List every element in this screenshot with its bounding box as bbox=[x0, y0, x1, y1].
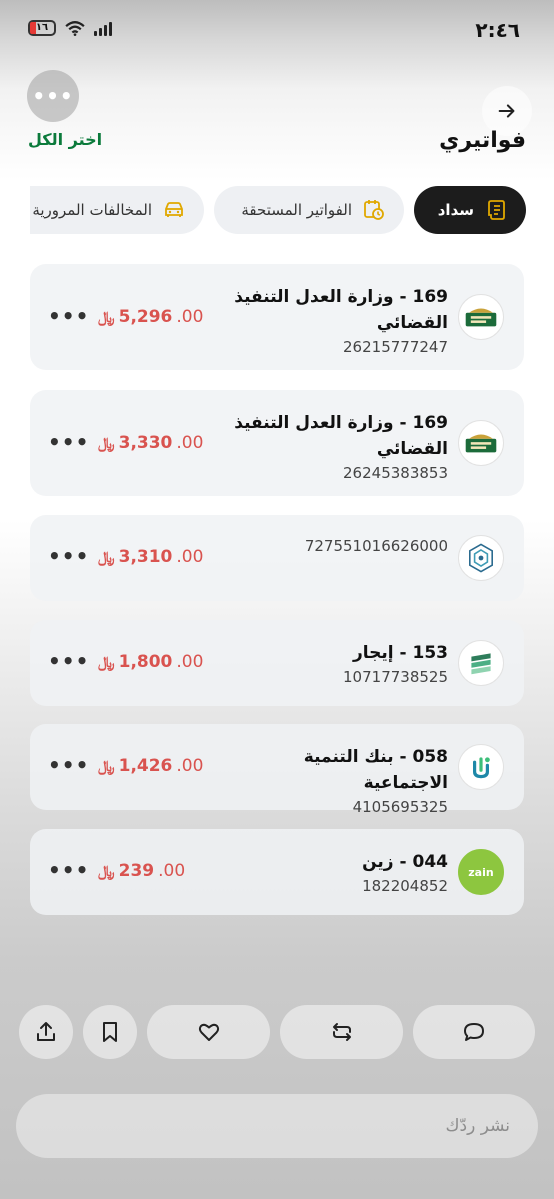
bookmark-icon bbox=[103, 1022, 117, 1042]
like-button[interactable] bbox=[147, 1005, 270, 1059]
riyal-icon: ﷼ bbox=[98, 757, 115, 775]
bill-account: 10717738525 bbox=[343, 668, 448, 686]
battery-icon: ١٦ bbox=[28, 20, 56, 36]
heart-icon bbox=[198, 1023, 219, 1041]
bill-more-button[interactable]: ••• bbox=[48, 544, 89, 568]
repost-icon bbox=[332, 1023, 351, 1041]
arrow-right-icon bbox=[498, 104, 515, 118]
amount-dec: .00 bbox=[176, 433, 204, 453]
amount-dec: .00 bbox=[176, 547, 204, 567]
select-all-link[interactable]: اختر الكل bbox=[28, 130, 102, 149]
tab-sadad[interactable]: سداد bbox=[414, 186, 526, 234]
page-title: فواتيري bbox=[439, 128, 526, 153]
battery-level: ١٦ bbox=[35, 22, 49, 33]
bill-more-button[interactable]: ••• bbox=[48, 430, 89, 454]
bill-amount: ﷼ 5,296.00 bbox=[98, 307, 203, 327]
tab-traffic-violations-label: المخالفات المرورية bbox=[32, 201, 152, 219]
amount-int: 3,330 bbox=[118, 433, 173, 453]
moj-logo bbox=[458, 294, 504, 340]
tab-traffic-violations[interactable]: المخالفات المرورية bbox=[30, 186, 204, 234]
signal-icon bbox=[94, 20, 112, 36]
reply-box[interactable] bbox=[16, 1094, 538, 1158]
amount-int: 5,296 bbox=[118, 307, 173, 327]
bill-amount: ﷼ 239.00 bbox=[98, 861, 185, 881]
more-horizontal-icon: ••• bbox=[32, 84, 74, 108]
amount-dec: .00 bbox=[176, 652, 204, 672]
amount-int: 1,426 bbox=[118, 756, 173, 776]
bill-account: 26245383853 bbox=[343, 464, 448, 482]
amount-dec: .00 bbox=[176, 307, 204, 327]
moj-logo bbox=[458, 420, 504, 466]
amount-int: 1,800 bbox=[118, 652, 173, 672]
status-bar: ١٦ ٢:٤٦ bbox=[0, 0, 554, 60]
bill-card[interactable]: 058 - بنك التنمية الاجتماعية 4105695325 … bbox=[30, 724, 524, 816]
bill-amount: ﷼ 1,800.00 bbox=[98, 652, 203, 672]
bill-more-button[interactable]: ••• bbox=[48, 304, 89, 328]
riyal-icon: ﷼ bbox=[98, 862, 115, 880]
amount-int: 239 bbox=[118, 861, 155, 881]
repost-button[interactable] bbox=[280, 1005, 403, 1059]
bill-name: 058 - بنك التنمية الاجتماعية bbox=[303, 747, 448, 793]
receipt-icon bbox=[484, 198, 508, 222]
sdb-logo bbox=[458, 744, 504, 790]
more-button[interactable]: ••• bbox=[27, 70, 79, 122]
bookmark-button[interactable] bbox=[83, 1005, 137, 1059]
bill-card[interactable]: 727551016626000 ﷼ 3,310.00 ••• bbox=[30, 515, 524, 601]
amount-dec: .00 bbox=[158, 861, 186, 881]
bill-name: 169 - وزارة العدل التنفيذ القضائي bbox=[234, 413, 448, 459]
bill-name: 044 - زين bbox=[362, 852, 448, 872]
riyal-icon: ﷼ bbox=[98, 434, 115, 452]
ejar-logo bbox=[458, 640, 504, 686]
riyal-icon: ﷼ bbox=[98, 308, 115, 326]
bill-account: 727551016626000 bbox=[304, 537, 448, 555]
bill-account: 182204852 bbox=[362, 877, 448, 895]
bill-more-button[interactable]: ••• bbox=[48, 649, 89, 673]
bill-card[interactable]: zain 044 - زين 182204852 ﷼ 239.00 ••• bbox=[30, 829, 524, 915]
bill-account: 26215777247 bbox=[343, 338, 448, 356]
action-bar bbox=[19, 1005, 535, 1059]
comment-icon bbox=[464, 1023, 484, 1041]
bill-name: 153 - إيجار bbox=[352, 643, 448, 663]
riyal-icon: ﷼ bbox=[98, 653, 115, 671]
status-time: ٢:٤٦ bbox=[475, 18, 520, 42]
bill-name: 169 - وزارة العدل التنفيذ القضائي bbox=[234, 287, 448, 333]
reply-button[interactable] bbox=[413, 1005, 535, 1059]
bill-more-button[interactable]: ••• bbox=[48, 858, 89, 882]
zain-logo: zain bbox=[458, 849, 504, 895]
bill-amount: ﷼ 3,330.00 bbox=[98, 433, 203, 453]
share-icon bbox=[37, 1022, 55, 1041]
bill-amount: ﷼ 1,426.00 bbox=[98, 756, 203, 776]
amount-dec: .00 bbox=[176, 756, 204, 776]
bill-more-button[interactable]: ••• bbox=[48, 753, 89, 777]
wifi-icon bbox=[65, 21, 85, 36]
bill-card[interactable]: 169 - وزارة العدل التنفيذ القضائي 262453… bbox=[30, 390, 524, 496]
bill-amount: ﷼ 3,310.00 bbox=[98, 547, 203, 567]
riyal-icon: ﷼ bbox=[98, 548, 115, 566]
bill-account: 4105695325 bbox=[352, 798, 448, 816]
status-icons: ١٦ bbox=[28, 20, 112, 36]
zain-logo-text: zain bbox=[468, 865, 494, 879]
zatca-logo bbox=[458, 535, 504, 581]
reply-input[interactable] bbox=[16, 1116, 510, 1136]
clock-calendar-icon bbox=[362, 198, 386, 222]
car-icon bbox=[162, 198, 186, 222]
share-button[interactable] bbox=[19, 1005, 73, 1059]
tab-due-bills-label: الفواتير المستحقة bbox=[241, 201, 352, 219]
tab-sadad-label: سداد bbox=[437, 201, 474, 219]
amount-int: 3,310 bbox=[118, 547, 173, 567]
category-tabs: سداد الفواتير المستحقة المخالفات المروري… bbox=[30, 186, 526, 236]
bill-card[interactable]: 169 - وزارة العدل التنفيذ القضائي 262157… bbox=[30, 264, 524, 370]
bill-card[interactable]: 153 - إيجار 10717738525 ﷼ 1,800.00 ••• bbox=[30, 620, 524, 706]
tab-due-bills[interactable]: الفواتير المستحقة bbox=[214, 186, 404, 234]
